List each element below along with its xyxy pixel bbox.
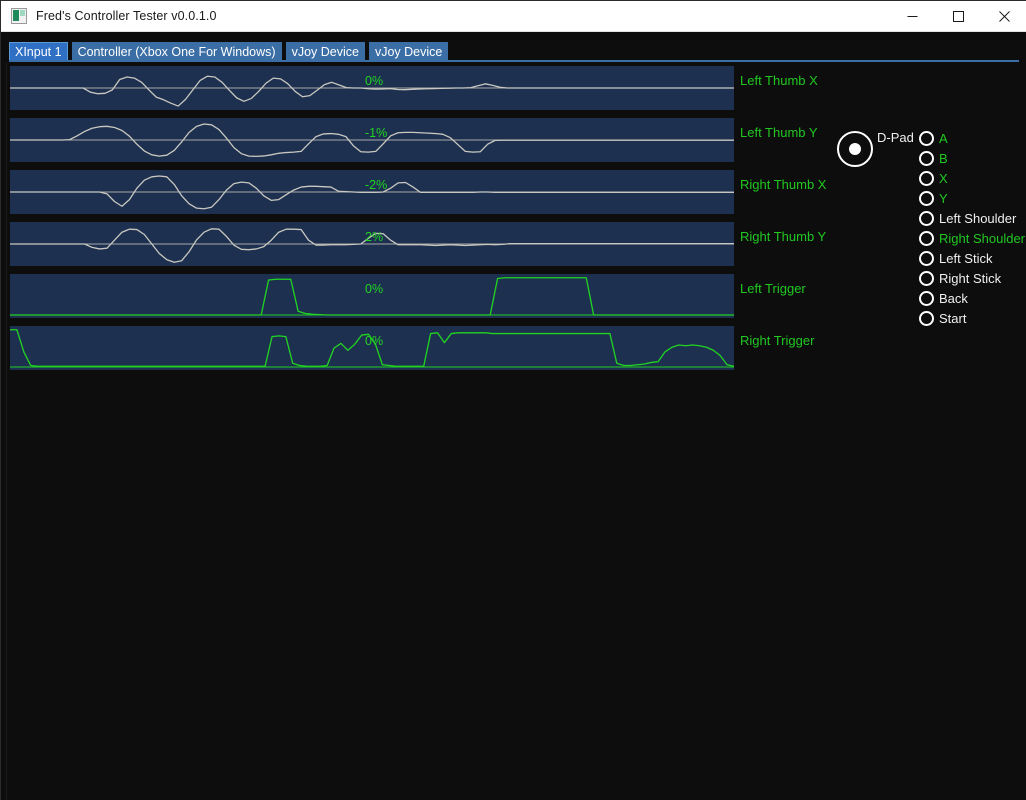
radio-icon bbox=[919, 170, 934, 186]
graph-label-right-thumb-x: Right Thumb X bbox=[740, 177, 827, 192]
button-indicator-b[interactable]: B bbox=[919, 148, 1026, 168]
graph-trace bbox=[10, 329, 734, 367]
close-icon bbox=[998, 11, 1010, 22]
button-indicator-back[interactable]: Back bbox=[919, 288, 1026, 308]
radio-icon bbox=[919, 310, 934, 326]
radio-icon bbox=[919, 270, 934, 286]
button-indicator-y[interactable]: Y bbox=[919, 188, 1026, 208]
button-indicator-right-stick[interactable]: Right Stick bbox=[919, 268, 1026, 288]
button-indicator-label: X bbox=[939, 170, 948, 186]
radio-icon bbox=[919, 290, 934, 306]
graph-plot-right-thumb-x bbox=[10, 170, 734, 214]
dpad-indicator[interactable] bbox=[837, 131, 873, 167]
graph-plot-right-trigger bbox=[10, 326, 734, 370]
tab-controller-xbox-one[interactable]: Controller (Xbox One For Windows) bbox=[71, 42, 282, 62]
button-indicator-list: A B X Y Left Shoulder Right Shoulder Left Stic… bbox=[919, 128, 1026, 328]
radio-icon bbox=[919, 250, 934, 266]
button-indicator-x[interactable]: X bbox=[919, 168, 1026, 188]
graph-plot-right-thumb-y bbox=[10, 222, 734, 266]
radio-icon bbox=[919, 150, 934, 166]
button-indicator-label: Right Shoulder bbox=[939, 230, 1025, 246]
tab-strip: XInput 1 Controller (Xbox One For Window… bbox=[1, 32, 1026, 62]
button-indicator-left-shoulder[interactable]: Left Shoulder bbox=[919, 208, 1026, 228]
dpad-dot bbox=[849, 143, 861, 155]
graph-plot-left-thumb-x bbox=[10, 66, 734, 110]
graph-trace bbox=[10, 277, 734, 316]
minimize-icon bbox=[907, 16, 917, 17]
graph-trace bbox=[10, 228, 734, 263]
window-title: Fred's Controller Tester v0.0.1.0 bbox=[36, 9, 217, 23]
maximize-icon bbox=[952, 11, 964, 22]
button-indicator-a[interactable]: A bbox=[919, 128, 1026, 148]
tab-vjoy-device-1[interactable]: vJoy Device bbox=[285, 42, 365, 62]
button-indicator-label: Y bbox=[939, 190, 948, 206]
tab-vjoy-device-2[interactable]: vJoy Device bbox=[368, 42, 449, 62]
graph-plot-left-thumb-y bbox=[10, 118, 734, 162]
dpad-label: D-Pad bbox=[877, 130, 914, 145]
close-button[interactable] bbox=[981, 1, 1026, 32]
graph-label-left-trigger: Left Trigger bbox=[740, 281, 806, 296]
graph-plot-left-trigger bbox=[10, 274, 734, 318]
radio-icon bbox=[919, 130, 934, 146]
graph-label-left-thumb-y: Left Thumb Y bbox=[740, 125, 818, 140]
radio-icon bbox=[919, 210, 934, 226]
maximize-button[interactable] bbox=[935, 1, 981, 32]
title-bar: Fred's Controller Tester v0.0.1.0 bbox=[1, 1, 1026, 32]
minimize-button[interactable] bbox=[889, 1, 935, 32]
left-divider bbox=[6, 62, 7, 800]
app-icon bbox=[11, 8, 27, 24]
button-indicator-label: Right Stick bbox=[939, 270, 1002, 286]
graph-label-right-thumb-y: Right Thumb Y bbox=[740, 229, 827, 244]
button-indicator-label: Start bbox=[939, 310, 967, 326]
window-controls bbox=[889, 1, 1026, 32]
graph-label-right-trigger: Right Trigger bbox=[740, 333, 815, 348]
tab-xinput-1[interactable]: XInput 1 bbox=[9, 42, 68, 62]
button-indicator-label: Left Shoulder bbox=[939, 210, 1017, 226]
graph-trace bbox=[10, 75, 734, 107]
button-indicator-label: Left Stick bbox=[939, 250, 993, 266]
button-indicator-label: B bbox=[939, 150, 948, 166]
button-indicator-label: Back bbox=[939, 290, 968, 306]
graph-label-left-thumb-x: Left Thumb X bbox=[740, 73, 818, 88]
radio-icon bbox=[919, 230, 934, 246]
app-window: Fred's Controller Tester v0.0.1.0 XInput… bbox=[0, 0, 1026, 800]
button-indicator-label: A bbox=[939, 130, 948, 146]
radio-icon bbox=[919, 190, 934, 206]
main-content: 0% Left Thumb X -1% Left Thumb Y -2% Right Th… bbox=[1, 62, 1026, 800]
button-indicator-left-stick[interactable]: Left Stick bbox=[919, 248, 1026, 268]
button-indicator-right-shoulder[interactable]: Right Shoulder bbox=[919, 228, 1026, 248]
button-indicator-start[interactable]: Start bbox=[919, 308, 1026, 328]
